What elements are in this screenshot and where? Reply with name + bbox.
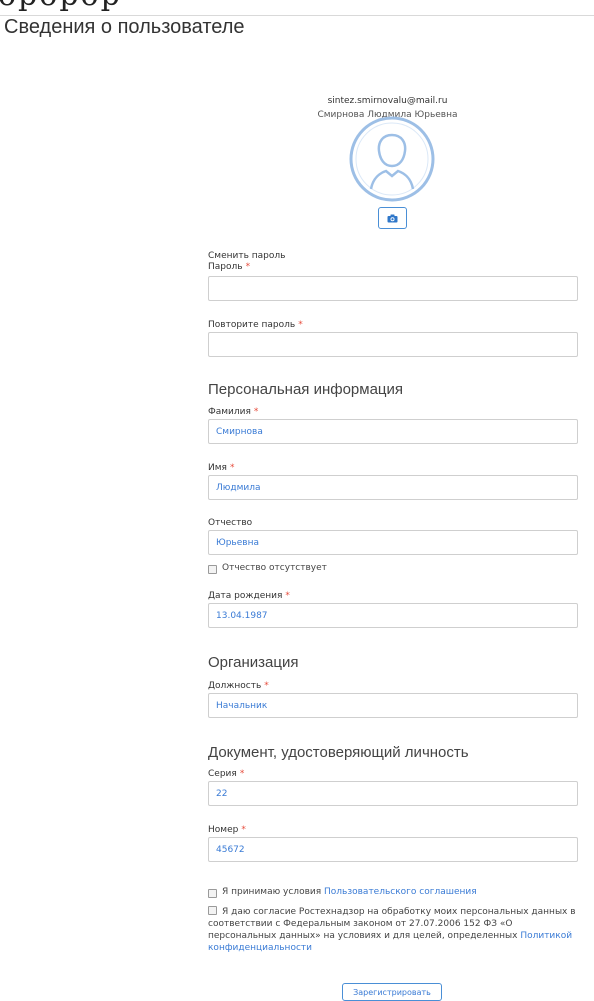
birth-date-field[interactable]: 13.04.1987 xyxy=(208,603,578,628)
first-name-field[interactable]: Людмила xyxy=(208,475,578,500)
terms-label: Я принимаю условия Пользовательского сог… xyxy=(222,887,477,897)
no-middle-name-checkbox[interactable] xyxy=(208,565,217,574)
required-mark: * xyxy=(298,320,303,330)
middle-name-field[interactable]: Юрьевна xyxy=(208,530,578,555)
number-label: Номер * xyxy=(208,825,246,835)
section-organization: Организация xyxy=(208,654,299,671)
required-mark: * xyxy=(229,463,235,473)
first-name-label: Имя * xyxy=(208,463,235,473)
register-button[interactable]: Зарегистрировать xyxy=(342,983,442,1001)
clipped-heading-fragment: opopop xyxy=(0,0,122,13)
required-mark: * xyxy=(264,681,269,691)
user-silhouette-icon xyxy=(349,116,435,202)
required-mark: * xyxy=(241,825,246,835)
terms-checkbox-row[interactable]: Я принимаю условия Пользовательского сог… xyxy=(208,887,477,898)
required-mark: * xyxy=(253,407,259,417)
no-middle-name-checkbox-row[interactable]: Отчество отсутствует xyxy=(208,563,327,574)
repeat-password-field[interactable] xyxy=(208,332,578,357)
terms-checkbox[interactable] xyxy=(208,889,217,898)
no-middle-name-label: Отчество отсутствует xyxy=(222,563,327,573)
series-label: Серия * xyxy=(208,769,245,779)
user-full-name: Смирнова Людмила Юрьевна xyxy=(317,110,458,120)
position-label: Должность * xyxy=(208,681,269,691)
password-field[interactable] xyxy=(208,276,578,301)
avatar xyxy=(349,116,435,202)
camera-icon xyxy=(387,214,398,222)
password-label: Пароль * xyxy=(208,262,251,272)
required-mark: * xyxy=(285,591,290,601)
change-password-link[interactable]: Сменить пароль xyxy=(208,251,285,261)
consent-checkbox[interactable] xyxy=(208,906,217,915)
repeat-password-label: Повторите пароль * xyxy=(208,320,303,330)
last-name-field[interactable]: Смирнова xyxy=(208,419,578,444)
position-field[interactable]: Начальник xyxy=(208,693,578,718)
birth-date-label: Дата рождения * xyxy=(208,591,290,601)
user-agreement-link[interactable]: Пользовательского соглашения xyxy=(324,887,477,897)
user-email: sintez.smirnovalu@mail.ru xyxy=(327,96,448,106)
section-personal-info: Персональная информация xyxy=(208,381,404,398)
section-identity-document: Документ, удостоверяющий личность xyxy=(208,744,469,761)
middle-name-label: Отчество xyxy=(208,518,253,528)
last-name-label: Фамилия * xyxy=(208,407,259,417)
page-title: Сведения о пользователе xyxy=(4,16,245,38)
upload-photo-button[interactable] xyxy=(378,207,407,229)
required-mark: * xyxy=(239,769,245,779)
consent-checkbox-row: Я даю согласие Ростехнадзор на обработку… xyxy=(208,906,578,954)
required-mark: * xyxy=(245,262,251,272)
document-series-field[interactable]: 22 xyxy=(208,781,578,806)
document-number-field[interactable]: 45672 xyxy=(208,837,578,862)
